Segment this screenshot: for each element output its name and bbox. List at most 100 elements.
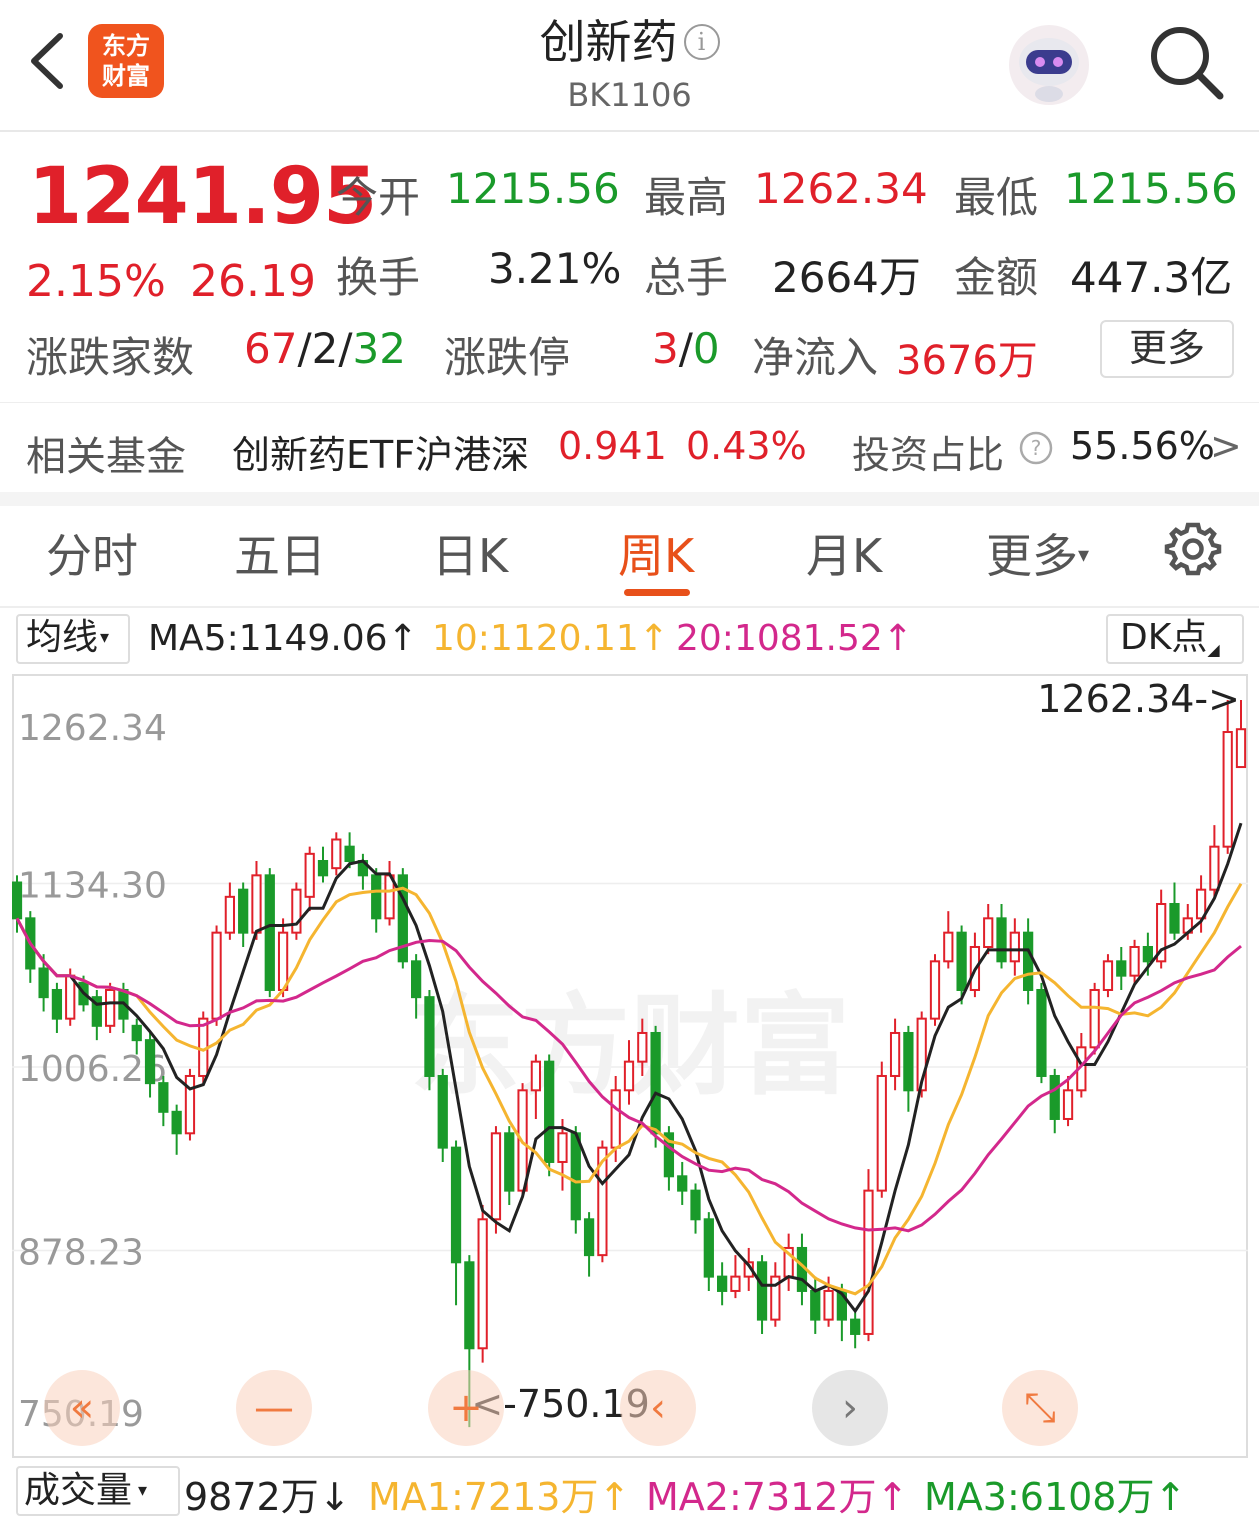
candle: [357, 853, 369, 890]
ratio-value: 55.56%: [1070, 424, 1215, 468]
inflow-label: 净流入: [752, 333, 879, 382]
fund-price: 0.941: [558, 424, 667, 468]
candle-body: [583, 1218, 595, 1257]
candle: [171, 1104, 182, 1155]
help-icon[interactable]: ?: [1018, 430, 1054, 466]
candle: [770, 1262, 781, 1327]
scroll-left-button[interactable]: ‹: [620, 1370, 696, 1446]
divider: [0, 402, 1259, 403]
candle-body: [1089, 988, 1100, 1049]
fund-label: 相关基金: [26, 434, 186, 480]
tab-more[interactable]: 更多▾: [986, 520, 1089, 586]
dk-point-button[interactable]: DK点◢: [1106, 614, 1244, 664]
candle: [450, 1140, 462, 1306]
scroll-to-start-button[interactable]: «: [44, 1370, 120, 1446]
tab-intraday[interactable]: 分时: [46, 520, 138, 586]
candle-body: [956, 931, 967, 991]
max-price-label: 1262.34->: [1037, 677, 1240, 721]
divider: [0, 606, 1259, 608]
candle: [810, 1276, 821, 1334]
candle-body: [291, 888, 302, 934]
more-quote-button[interactable]: 更多: [1100, 320, 1234, 378]
candle: [384, 861, 395, 926]
volume-label: 总手: [644, 253, 729, 302]
candle-body: [51, 988, 63, 1020]
dropdown-caret-icon: ▾: [100, 627, 110, 648]
candle-body: [38, 967, 49, 999]
candle: [158, 1075, 169, 1127]
candle-body: [371, 874, 382, 920]
candle: [663, 1126, 675, 1191]
candle: [224, 882, 235, 940]
candle-body: [983, 917, 994, 948]
candle: [903, 1025, 914, 1112]
candle: [1023, 918, 1034, 1005]
candle-body: [810, 1289, 821, 1321]
robot-assistant-icon[interactable]: [1006, 22, 1092, 108]
candle-body: [1023, 931, 1034, 991]
candle-body: [876, 1074, 887, 1192]
candle: [331, 832, 342, 876]
candle: [51, 982, 63, 1033]
candle: [1049, 1068, 1060, 1134]
tab-five-day[interactable]: 五日: [234, 520, 326, 586]
candle-body: [623, 1060, 635, 1092]
open-value: 1215.56: [446, 164, 620, 213]
candle-body: [490, 1132, 502, 1221]
tab-daily-k[interactable]: 日K: [432, 520, 508, 586]
candle: [238, 882, 249, 947]
fullscreen-button[interactable]: ⤡: [1002, 1370, 1078, 1446]
candle-body: [677, 1175, 688, 1192]
candle: [996, 903, 1007, 969]
y-tick-label: 1262.34: [18, 708, 167, 749]
candle-body: [411, 960, 422, 999]
candle: [397, 868, 408, 969]
y-tick-label: 1134.30: [18, 866, 167, 907]
candle-body: [477, 1218, 488, 1350]
dropdown-caret-icon: ▾: [1078, 543, 1090, 568]
candle-body: [464, 1261, 475, 1350]
candle-body: [1049, 1074, 1060, 1120]
candle: [477, 1204, 488, 1363]
volume-indicator-select[interactable]: 成交量 ▾: [16, 1466, 180, 1516]
volume-ma3: MA3:6108万↑: [924, 1475, 1187, 1519]
candle-body: [304, 852, 315, 898]
candle-body: [437, 1074, 448, 1149]
candle-body: [1036, 988, 1047, 1077]
tab-monthly-k[interactable]: 月K: [806, 520, 882, 586]
weekly-k-chart[interactable]: 东方财富 1262.341134.301006.26878.23750.19 1…: [12, 674, 1248, 1458]
candle: [876, 1061, 887, 1198]
candle-body: [1129, 945, 1140, 977]
inflow-value: 3676万: [896, 338, 1038, 384]
candle-body: [929, 960, 941, 1020]
candle-body: [264, 874, 275, 991]
search-icon[interactable]: [1146, 22, 1226, 102]
breadth-values: 67/2/32: [244, 324, 406, 373]
indicator-select[interactable]: 均线 ▾: [16, 614, 130, 664]
info-icon[interactable]: i: [683, 24, 720, 60]
breadth-label: 涨跌家数: [26, 333, 195, 382]
y-axis-ticks: 1262.341134.301006.26878.23750.19: [18, 708, 167, 1435]
zoom-out-button[interactable]: —: [236, 1370, 312, 1446]
zoom-in-button[interactable]: +: [428, 1370, 504, 1446]
candle: [437, 1068, 448, 1162]
candle: [1102, 954, 1114, 998]
candle: [983, 903, 994, 955]
candle-body: [344, 845, 355, 863]
candle: [211, 925, 222, 1026]
candle-body: [650, 1031, 661, 1135]
candle-body: [1102, 960, 1114, 991]
candle-body: [171, 1110, 182, 1135]
active-tab-indicator: [624, 589, 690, 596]
svg-text:?: ?: [1031, 436, 1042, 460]
candle: [1036, 982, 1047, 1084]
settings-gear-icon[interactable]: [1164, 520, 1222, 578]
amount-value: 447.3亿: [1070, 253, 1233, 302]
candle-body: [317, 860, 329, 877]
scroll-right-button[interactable]: ›: [812, 1370, 888, 1446]
ma10-value: 10:1120.11↑: [432, 618, 669, 659]
candle: [756, 1255, 768, 1334]
candle-body: [703, 1218, 714, 1278]
candle-body: [637, 1031, 648, 1063]
tab-weekly-k[interactable]: 周K: [618, 520, 694, 586]
